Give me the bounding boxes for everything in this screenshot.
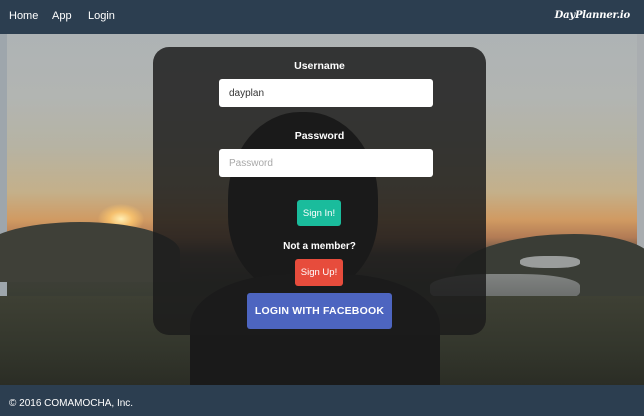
- login-page: Home App Login DayPlanner.io Username Pa…: [0, 0, 644, 416]
- facebook-login-button[interactable]: LOGIN WITH FACEBOOK: [247, 293, 392, 329]
- password-label: Password: [294, 130, 345, 142]
- brand-logo[interactable]: DayPlanner.io: [555, 9, 631, 23]
- nav-login-link[interactable]: Login: [88, 9, 115, 23]
- footer-copyright: © 2016 COMAMOCHA, Inc.: [9, 398, 134, 409]
- footer: © 2016 COMAMOCHA, Inc.: [0, 385, 644, 416]
- top-navbar: Home App Login DayPlanner.io: [0, 0, 644, 34]
- not-member-text: Not a member?: [283, 241, 356, 252]
- nav-app-link[interactable]: App: [52, 9, 72, 23]
- username-label: Username: [294, 60, 345, 72]
- distant-water: [520, 256, 580, 268]
- nav-home-link[interactable]: Home: [9, 9, 38, 23]
- login-card: Username Password Sign In! Not a member?…: [153, 47, 486, 335]
- username-input[interactable]: [219, 79, 433, 107]
- sign-up-button[interactable]: Sign Up!: [295, 259, 343, 286]
- password-input[interactable]: [219, 149, 433, 177]
- sign-in-button[interactable]: Sign In!: [297, 200, 341, 226]
